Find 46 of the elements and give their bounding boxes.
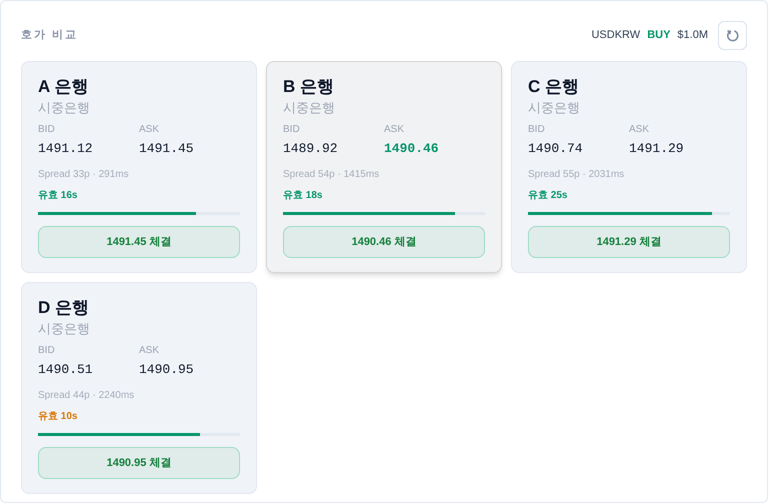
ask-label: ASK (139, 344, 160, 358)
validity-timer: 유효 25s (528, 189, 568, 203)
bank-card[interactable]: A 은행 시중은행 BID 1491.12 ASK 1491.45 Spread 33p · 291ms 유효 16s 1491.45 체결 (21, 61, 257, 273)
bank-type: 시중은행 (283, 99, 336, 117)
execute-button[interactable]: 1491.29 체결 (528, 226, 730, 258)
spread-info: Spread 55p · 2031ms (528, 168, 626, 182)
ask-price: 1491.45 (139, 140, 195, 158)
bid-label: BID (528, 123, 546, 137)
validity-timer: 유효 16s (38, 189, 78, 203)
bid-label: BID (38, 344, 56, 358)
ask-label: ASK (139, 123, 160, 137)
bid-label: BID (283, 123, 301, 137)
execute-button[interactable]: 1491.45 체결 (38, 226, 240, 258)
validity-timer: 유효 10s (38, 410, 78, 424)
spread-info: Spread 54p · 1415ms (283, 168, 380, 182)
bank-name: A 은행 (38, 76, 90, 98)
bid-price: 1490.74 (528, 140, 584, 158)
currency-pair: USDKRW (591, 28, 640, 44)
ask-price: 1490.46 (384, 140, 440, 158)
execute-button[interactable]: 1490.95 체결 (38, 447, 240, 479)
ask-price: 1490.95 (139, 361, 195, 379)
section-title: 호가 비교 (21, 28, 78, 44)
bid-price: 1491.12 (38, 140, 94, 158)
bank-type: 시중은행 (528, 99, 581, 117)
bank-name: C 은행 (528, 76, 580, 98)
refresh-button[interactable] (718, 21, 747, 50)
bank-name: D 은행 (38, 297, 90, 319)
refresh-icon (726, 28, 740, 42)
bank-type: 시중은행 (38, 320, 91, 338)
trade-amount: $1.0M (677, 28, 708, 44)
validity-timer: 유효 18s (283, 189, 324, 203)
bid-label: BID (38, 123, 56, 137)
bank-card[interactable]: D 은행 시중은행 BID 1490.51 ASK 1490.95 Spread 44p · 2240ms 유효 10s 1490.95 체결 (21, 282, 257, 494)
bank-card[interactable]: B 은행 시중은행 BID 1489.92 ASK 1490.46 Spread 54p · 1415ms 유효 18s 1490.46 체결 (266, 61, 502, 273)
ask-label: ASK (629, 123, 650, 137)
ask-label: ASK (384, 123, 406, 137)
bank-type: 시중은행 (38, 99, 91, 117)
execute-button[interactable]: 1490.46 체결 (283, 226, 485, 258)
ask-price: 1491.29 (629, 140, 685, 158)
trade-side: BUY (647, 28, 670, 44)
bank-name: B 은행 (283, 76, 335, 98)
spread-info: Spread 33p · 291ms (38, 168, 130, 182)
bank-card[interactable]: C 은행 시중은행 BID 1490.74 ASK 1491.29 Spread 55p · 2031ms 유효 25s 1491.29 체결 (511, 61, 747, 273)
bid-price: 1489.92 (283, 140, 339, 158)
bid-price: 1490.51 (38, 361, 94, 379)
spread-info: Spread 44p · 2240ms (38, 389, 136, 403)
